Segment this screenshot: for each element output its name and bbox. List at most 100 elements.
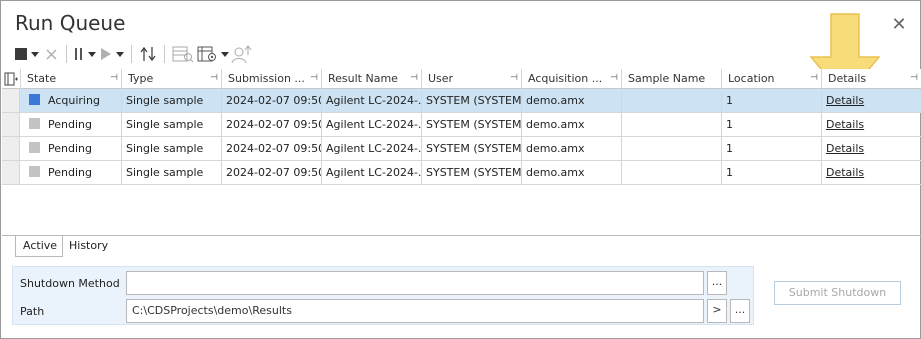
cell-result-name: Agilent LC-2024-... [322,137,422,160]
close-icon[interactable]: ✕ [889,15,909,35]
state-indicator-icon [29,118,40,129]
cell-submission: 2024-02-07 09:50... [222,113,322,136]
cell-user: SYSTEM (SYSTEM) [422,113,522,136]
column-header-type[interactable]: Type ⊣ [122,69,222,89]
column-header-user[interactable]: User ⊣ [422,69,522,89]
cell-state: Pending [21,113,122,136]
cell-acquisition: demo.amx [522,89,622,112]
queue-settings-icon[interactable] [196,43,220,65]
stop-icon[interactable] [13,43,29,65]
path-field[interactable]: C:\CDSProjects\demo\Results [126,299,704,323]
row-header[interactable] [2,137,20,160]
state-text: Acquiring [48,94,100,107]
toolbar-divider [131,45,132,63]
abort-icon[interactable] [41,43,61,65]
tab-history[interactable]: History [62,236,115,257]
cell-details: Details [822,89,921,112]
toolbar-divider [164,45,165,63]
pause-icon[interactable] [72,43,86,65]
column-label: State [27,72,57,85]
cell-type: Single sample [122,89,222,112]
cell-user: SYSTEM (SYSTEM) [422,161,522,184]
path-browse-button[interactable]: ... [730,299,750,323]
chevron-down-icon[interactable] [29,43,41,65]
cell-sample-name [622,89,722,112]
cell-result-name: Agilent LC-2024-... [322,161,422,184]
table-header: State ⊣ Type ⊣ Submission ... ⊣ Result Name… [2,69,921,89]
toolbar-divider [66,45,67,63]
cell-details: Details [822,137,921,160]
path-next-button[interactable]: > [707,299,727,323]
path-label: Path [20,305,45,318]
shutdown-method-field[interactable] [126,271,704,295]
chevron-down-icon[interactable] [114,43,126,65]
column-label: Sample Name [628,72,706,85]
cell-type: Single sample [122,137,222,160]
details-link[interactable]: Details [826,142,864,155]
details-link[interactable]: Details [826,94,864,107]
cell-submission: 2024-02-07 09:50... [222,161,322,184]
table-row[interactable]: Pending Single sample 2024-02-07 09:50..… [2,137,921,161]
cell-type: Single sample [122,113,222,136]
cell-submission: 2024-02-07 09:50... [222,137,322,160]
cell-location: 1 [722,89,822,112]
chevron-down-icon[interactable] [220,43,230,65]
column-header-details[interactable]: Details ⊣ [822,69,921,89]
column-chooser-icon[interactable] [2,69,21,89]
cell-user: SYSTEM (SYSTEM) [422,137,522,160]
table-row[interactable]: Pending Single sample 2024-02-07 09:50..… [2,161,921,185]
pin-icon[interactable]: ⊣ [210,69,218,88]
queue-view-icon[interactable] [170,43,196,65]
resume-icon[interactable] [98,43,114,65]
table-row[interactable]: Pending Single sample 2024-02-07 09:50..… [2,113,921,137]
shutdown-method-browse-button[interactable]: ... [707,271,727,295]
row-header[interactable] [2,113,20,136]
column-header-submission[interactable]: Submission ... ⊣ [222,69,322,89]
cell-result-name: Agilent LC-2024-... [322,113,422,136]
table-row[interactable]: Acquiring Single sample 2024-02-07 09:50… [2,89,921,113]
run-queue-table: State ⊣ Type ⊣ Submission ... ⊣ Result Name… [2,69,921,185]
tab-active[interactable]: Active [15,236,63,257]
cell-details: Details [822,161,921,184]
column-label: Location [728,72,775,85]
pin-icon[interactable]: ⊣ [910,69,918,88]
column-label: Result Name [328,72,398,85]
cell-sample-name [622,137,722,160]
column-header-result-name[interactable]: Result Name ⊣ [322,69,422,89]
column-label: Acquisition ... [528,72,603,85]
row-header[interactable] [2,161,20,184]
column-header-location[interactable]: Location ⊣ [722,69,822,89]
column-label: Details [828,72,867,85]
cell-state: Pending [21,137,122,160]
pin-icon[interactable]: ⊣ [310,69,318,88]
pin-icon[interactable]: ⊣ [810,69,818,88]
cell-result-name: Agilent LC-2024-... [322,89,422,112]
cell-state: Acquiring [21,89,122,112]
details-link[interactable]: Details [826,118,864,131]
pin-icon[interactable]: ⊣ [610,69,618,88]
pin-icon[interactable]: ⊣ [510,69,518,88]
cell-details: Details [822,113,921,136]
sort-icon[interactable] [137,43,159,65]
state-indicator-icon [29,142,40,153]
state-text: Pending [48,118,92,131]
shutdown-panel: Shutdown Method ... Path C:\CDSProjects\… [12,266,754,325]
cell-acquisition: demo.amx [522,113,622,136]
pin-icon[interactable]: ⊣ [110,69,118,88]
user-icon[interactable] [230,43,254,65]
cell-location: 1 [722,161,822,184]
run-queue-window: Run Queue ✕ State ⊣ Type ⊣ Submission ..… [0,0,921,339]
chevron-down-icon[interactable] [86,43,98,65]
cell-user: SYSTEM (SYSTEM) [422,89,522,112]
state-indicator-icon [29,94,40,105]
submit-shutdown-button[interactable]: Submit Shutdown [774,281,901,305]
column-header-sample-name[interactable]: Sample Name [622,69,722,89]
column-header-acquisition[interactable]: Acquisition ... ⊣ [522,69,622,89]
details-link[interactable]: Details [826,166,864,179]
column-header-state[interactable]: State ⊣ [21,69,122,89]
pin-icon[interactable]: ⊣ [410,69,418,88]
cell-acquisition: demo.amx [522,161,622,184]
column-label: User [428,72,454,85]
row-header[interactable] [2,89,20,112]
toolbar [13,43,254,65]
